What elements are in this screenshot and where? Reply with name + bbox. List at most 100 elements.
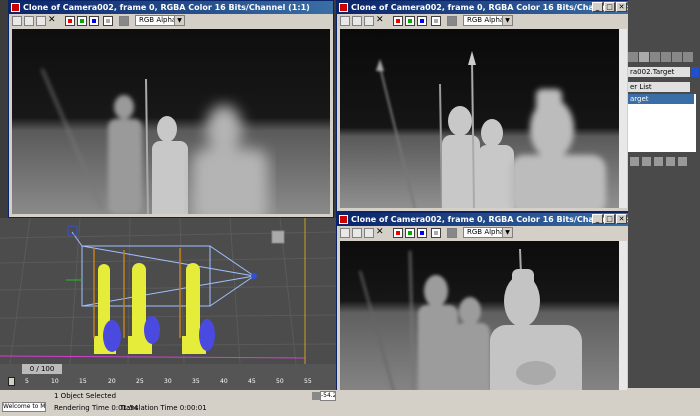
perspective-viewport[interactable] xyxy=(0,218,336,364)
chevron-down-icon: ▼ xyxy=(174,16,184,25)
print-icon[interactable] xyxy=(36,16,46,26)
alpha-channel-toggle[interactable] xyxy=(431,228,441,238)
utilities-tab-icon[interactable] xyxy=(683,52,693,62)
clear-icon[interactable]: ✕ xyxy=(376,228,386,238)
mono-toggle[interactable] xyxy=(119,16,129,26)
app-icon xyxy=(339,215,348,224)
blue-channel-toggle[interactable] xyxy=(417,228,427,238)
minimize-icon[interactable]: _ xyxy=(592,214,603,224)
render-canvas xyxy=(340,29,619,208)
green-channel-toggle[interactable] xyxy=(77,16,87,26)
print-icon[interactable] xyxy=(364,228,374,238)
modify-tab-icon[interactable] xyxy=(639,52,649,62)
frame-tick-label: 10 xyxy=(51,378,59,385)
render-canvas xyxy=(340,241,619,412)
frame-tick-label: 50 xyxy=(276,378,284,385)
time-slider-thumb[interactable]: 0 / 100 xyxy=(22,364,62,374)
blurred-statues-image xyxy=(41,68,268,214)
chevron-down-icon: ▼ xyxy=(502,228,512,237)
blue-channel-toggle[interactable] xyxy=(89,16,99,26)
close-icon[interactable]: ✕ xyxy=(616,2,627,12)
stack-buttons xyxy=(630,157,698,167)
maximize-icon[interactable]: □ xyxy=(604,214,615,224)
save-icon[interactable] xyxy=(12,16,22,26)
frame-tick-label: 25 xyxy=(136,378,144,385)
minimize-icon[interactable]: _ xyxy=(592,2,603,12)
display-tab-icon[interactable] xyxy=(672,52,682,62)
object-color-swatch[interactable] xyxy=(691,67,699,77)
translation-time: Translation Time 0:00:01 xyxy=(120,404,207,412)
viewport-scene xyxy=(0,218,336,364)
show-end-result-icon[interactable] xyxy=(642,157,651,166)
clone-icon[interactable] xyxy=(24,16,34,26)
clear-icon[interactable]: ✕ xyxy=(48,16,58,26)
camera-icon xyxy=(67,225,78,236)
create-tab-icon[interactable] xyxy=(628,52,638,62)
mono-toggle[interactable] xyxy=(447,228,457,238)
channel-select[interactable]: RGB Alpha ▼ xyxy=(135,15,185,26)
save-icon[interactable] xyxy=(340,228,350,238)
green-channel-toggle[interactable] xyxy=(405,16,415,26)
remove-modifier-icon[interactable] xyxy=(666,157,675,166)
frame-ticks: 5 10 15 20 25 30 35 40 45 50 55 xyxy=(0,376,336,390)
statues-focus-image xyxy=(376,51,606,208)
frame-tick-label: 5 xyxy=(25,378,29,385)
modifier-list-select[interactable]: er List xyxy=(628,82,690,92)
viewcube-icon xyxy=(271,230,285,244)
lock-selection-icon[interactable] xyxy=(312,392,320,400)
channel-select[interactable]: RGB Alpha ▼ xyxy=(463,227,513,238)
window-title: Clone of Camera002, frame 0, RGBA Color … xyxy=(23,3,310,12)
command-tabs xyxy=(628,52,700,64)
render-window-1[interactable]: Clone of Camera002, frame 0, RGBA Color … xyxy=(8,0,334,218)
x-coordinate-field[interactable]: -54.2 xyxy=(320,391,336,401)
frame-tick-label: 45 xyxy=(248,378,256,385)
frame-tick-label: 30 xyxy=(164,378,172,385)
vertical-scrollbar[interactable] xyxy=(619,241,627,412)
pin-stack-icon[interactable] xyxy=(630,157,639,166)
red-channel-toggle[interactable] xyxy=(393,16,403,26)
hierarchy-tab-icon[interactable] xyxy=(650,52,660,62)
alpha-channel-toggle[interactable] xyxy=(431,16,441,26)
statues-closeup-image xyxy=(359,248,582,412)
red-channel-toggle[interactable] xyxy=(393,228,403,238)
clone-icon[interactable] xyxy=(352,16,362,26)
window-title: Clone of Camera002, frame 0, RGBA Color … xyxy=(351,3,629,12)
selection-status: 1 Object Selected xyxy=(54,392,117,400)
make-unique-icon[interactable] xyxy=(654,157,663,166)
window-title: Clone of Camera002, frame 0, RGBA Color … xyxy=(351,215,629,224)
configure-sets-icon[interactable] xyxy=(678,157,687,166)
nav-controls xyxy=(628,388,700,416)
key-icon[interactable] xyxy=(8,377,15,386)
app-icon xyxy=(11,3,20,12)
object-name-field[interactable]: ra002.Target xyxy=(628,67,690,77)
save-icon[interactable] xyxy=(340,16,350,26)
stack-item[interactable]: arget xyxy=(628,94,694,104)
frame-tick-label: 40 xyxy=(220,378,228,385)
chevron-down-icon: ▼ xyxy=(502,16,512,25)
motion-tab-icon[interactable] xyxy=(661,52,671,62)
frame-tick-label: 55 xyxy=(304,378,312,385)
maximize-icon[interactable]: □ xyxy=(604,2,615,12)
vertical-scrollbar[interactable] xyxy=(619,29,627,208)
blue-channel-toggle[interactable] xyxy=(417,16,427,26)
clear-icon[interactable]: ✕ xyxy=(376,16,386,26)
mono-toggle[interactable] xyxy=(447,16,457,26)
render-window-3[interactable]: Clone of Camera002, frame 0, RGBA Color … xyxy=(336,212,630,416)
red-channel-toggle[interactable] xyxy=(65,16,75,26)
render-toolbar: ✕ RGB Alpha ▼ xyxy=(337,226,629,240)
command-panel: ra002.Target er List arget xyxy=(628,0,700,416)
close-icon[interactable]: ✕ xyxy=(616,214,627,224)
render-window-2[interactable]: Clone of Camera002, frame 0, RGBA Color … xyxy=(336,0,630,212)
print-icon[interactable] xyxy=(364,16,374,26)
frame-tick-label: 35 xyxy=(192,378,200,385)
frame-tick-label: 20 xyxy=(108,378,116,385)
alpha-channel-toggle[interactable] xyxy=(103,16,113,26)
clone-icon[interactable] xyxy=(352,228,362,238)
channel-select[interactable]: RGB Alpha ▼ xyxy=(463,15,513,26)
status-bar: Welcome to M 1 Object Selected Rendering… xyxy=(0,390,628,416)
render-canvas xyxy=(12,29,330,214)
maxscript-listener[interactable]: Welcome to M xyxy=(2,402,46,412)
time-slider[interactable]: 0 / 100 5 10 15 20 25 30 35 40 45 50 55 xyxy=(0,364,336,390)
render-toolbar: ✕ RGB Alpha ▼ xyxy=(337,14,629,28)
green-channel-toggle[interactable] xyxy=(405,228,415,238)
